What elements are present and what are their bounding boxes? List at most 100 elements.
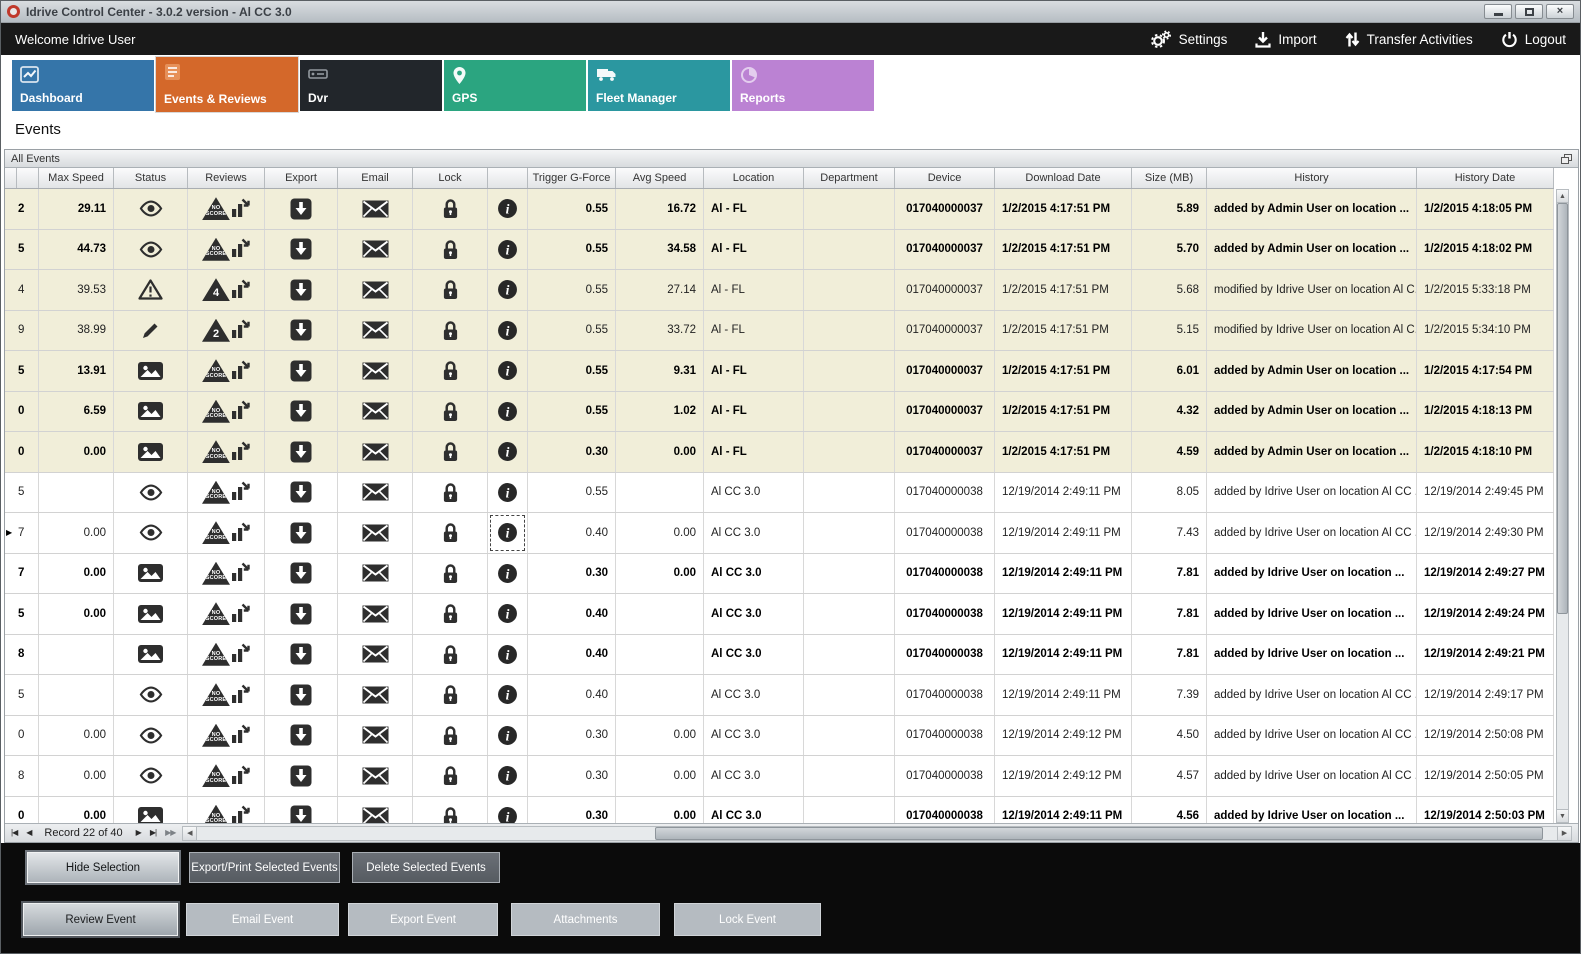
export-button[interactable] bbox=[265, 189, 338, 229]
column-header-history-date[interactable]: History Date bbox=[1417, 168, 1554, 188]
logout-button[interactable]: Logout bbox=[1501, 31, 1566, 48]
column-header-device[interactable]: Device bbox=[895, 168, 995, 188]
status-icon[interactable] bbox=[114, 311, 188, 351]
info-button[interactable]: i bbox=[488, 797, 528, 824]
email-button[interactable] bbox=[338, 675, 413, 715]
export-button[interactable] bbox=[265, 675, 338, 715]
table-row[interactable]: ▶ 5 NOSCORE i 0.40 Al CC 3.0 01704000003… bbox=[5, 675, 1554, 716]
email-event-button[interactable]: Email Event bbox=[186, 903, 339, 936]
info-button[interactable]: i bbox=[488, 270, 528, 310]
close-button[interactable]: × bbox=[1546, 4, 1574, 19]
table-row[interactable]: ▶ 5 0.00 NOSCORE i 0.40 Al CC 3.0 017040… bbox=[5, 594, 1554, 635]
export-button[interactable] bbox=[265, 473, 338, 513]
next-record-button[interactable]: ▶ bbox=[134, 829, 143, 837]
reviews-cell[interactable]: NOSCORE bbox=[188, 189, 265, 229]
lock-button[interactable] bbox=[413, 716, 488, 756]
status-icon[interactable] bbox=[114, 756, 188, 796]
tab-gps[interactable]: GPS bbox=[444, 60, 586, 111]
lock-button[interactable] bbox=[413, 675, 488, 715]
export-button[interactable] bbox=[265, 270, 338, 310]
status-icon[interactable] bbox=[114, 392, 188, 432]
scroll-left-icon[interactable]: ◀ bbox=[183, 827, 197, 840]
reviews-cell[interactable]: NOSCORE bbox=[188, 351, 265, 391]
status-icon[interactable] bbox=[114, 716, 188, 756]
info-button[interactable]: i bbox=[488, 351, 528, 391]
lock-button[interactable] bbox=[413, 189, 488, 229]
export-button[interactable] bbox=[265, 513, 338, 553]
export-button[interactable] bbox=[265, 392, 338, 432]
column-header-email[interactable]: Email bbox=[338, 168, 413, 188]
hide-selection-button[interactable]: Hide Selection bbox=[27, 852, 179, 883]
transfer-activities-button[interactable]: Transfer Activities bbox=[1345, 31, 1473, 48]
reviews-cell[interactable]: NOSCORE bbox=[188, 473, 265, 513]
export-button[interactable] bbox=[265, 554, 338, 594]
export-button[interactable] bbox=[265, 635, 338, 675]
reviews-cell[interactable]: 2 bbox=[188, 311, 265, 351]
tab-dashboard[interactable]: Dashboard bbox=[12, 60, 154, 111]
reviews-cell[interactable]: NOSCORE bbox=[188, 675, 265, 715]
export-button[interactable] bbox=[265, 756, 338, 796]
status-icon[interactable] bbox=[114, 554, 188, 594]
reviews-cell[interactable]: NOSCORE bbox=[188, 513, 265, 553]
table-row[interactable]: ▶ 8 0.00 NOSCORE i 0.30 0.00 Al CC 3.0 0… bbox=[5, 756, 1554, 797]
column-header-location[interactable]: Location bbox=[704, 168, 804, 188]
column-header-size-mb-[interactable]: Size (MB) bbox=[1132, 168, 1207, 188]
table-row[interactable]: ▶ 9 38.99 2 i 0.55 33.72 Al - FL 0170400… bbox=[5, 311, 1554, 352]
lock-button[interactable] bbox=[413, 351, 488, 391]
info-button[interactable]: i bbox=[488, 392, 528, 432]
email-button[interactable] bbox=[338, 230, 413, 270]
settings-button[interactable]: Settings bbox=[1150, 30, 1228, 48]
info-button[interactable]: i bbox=[488, 675, 528, 715]
table-row[interactable]: ▶ 8 NOSCORE i 0.40 Al CC 3.0 01704000003… bbox=[5, 635, 1554, 676]
horizontal-scrollbar[interactable]: ◀ ▶ bbox=[182, 826, 1572, 841]
info-button[interactable]: i bbox=[488, 432, 528, 472]
column-header-download-date[interactable]: Download Date bbox=[995, 168, 1132, 188]
review-event-button[interactable]: Review Event bbox=[23, 903, 178, 936]
lock-button[interactable] bbox=[413, 797, 488, 824]
lock-button[interactable] bbox=[413, 311, 488, 351]
status-icon[interactable] bbox=[114, 270, 188, 310]
lock-button[interactable] bbox=[413, 230, 488, 270]
status-icon[interactable] bbox=[114, 189, 188, 229]
table-row[interactable]: ▶ 7 0.00 NOSCORE i 0.30 0.00 Al CC 3.0 0… bbox=[5, 554, 1554, 595]
export-event-button[interactable]: Export Event bbox=[348, 903, 498, 936]
delete-selected-events-button[interactable]: Delete Selected Events bbox=[352, 852, 500, 883]
info-button[interactable]: i bbox=[488, 716, 528, 756]
table-row[interactable]: ▶ 4 39.53 4 i 0.55 27.14 Al - FL 0170400… bbox=[5, 270, 1554, 311]
info-button[interactable]: i bbox=[488, 311, 528, 351]
column-header-history[interactable]: History bbox=[1207, 168, 1417, 188]
table-row[interactable]: ▶ 7 0.00 NOSCORE i 0.40 0.00 Al CC 3.0 0… bbox=[5, 513, 1554, 554]
panel-restore-icon[interactable] bbox=[1561, 154, 1572, 164]
column-header-max-speed[interactable]: Max Speed bbox=[39, 168, 114, 188]
tab-events-reviews[interactable]: Events & Reviews bbox=[156, 57, 298, 112]
horizontal-scrollbar-thumb[interactable] bbox=[655, 827, 1543, 840]
reviews-cell[interactable]: NOSCORE bbox=[188, 554, 265, 594]
export-button[interactable] bbox=[265, 230, 338, 270]
reviews-cell[interactable]: NOSCORE bbox=[188, 635, 265, 675]
info-button[interactable]: i bbox=[488, 230, 528, 270]
scroll-down-icon[interactable]: ▼ bbox=[1557, 809, 1568, 822]
column-header-department[interactable]: Department bbox=[804, 168, 895, 188]
table-row[interactable]: ▶ 0 0.00 NOSCORE i 0.30 0.00 Al CC 3.0 0… bbox=[5, 716, 1554, 757]
email-button[interactable] bbox=[338, 270, 413, 310]
vertical-scrollbar[interactable]: ▲ ▼ bbox=[1556, 189, 1569, 823]
column-header-status[interactable]: Status bbox=[114, 168, 188, 188]
reviews-cell[interactable]: NOSCORE bbox=[188, 797, 265, 824]
reviews-cell[interactable]: NOSCORE bbox=[188, 432, 265, 472]
info-button[interactable]: i bbox=[488, 473, 528, 513]
lock-button[interactable] bbox=[413, 513, 488, 553]
import-button[interactable]: Import bbox=[1255, 31, 1316, 48]
column-header-reviews[interactable]: Reviews bbox=[188, 168, 265, 188]
table-row[interactable]: ▶ 0 0.00 NOSCORE i 0.30 0.00 Al CC 3.0 0… bbox=[5, 797, 1554, 824]
status-icon[interactable] bbox=[114, 594, 188, 634]
lock-button[interactable] bbox=[413, 473, 488, 513]
status-icon[interactable] bbox=[114, 432, 188, 472]
column-header-avg-speed[interactable]: Avg Speed bbox=[616, 168, 704, 188]
status-icon[interactable] bbox=[114, 675, 188, 715]
reviews-cell[interactable]: NOSCORE bbox=[188, 756, 265, 796]
email-button[interactable] bbox=[338, 635, 413, 675]
info-button[interactable]: i bbox=[488, 756, 528, 796]
scroll-right-icon[interactable]: ▶ bbox=[1557, 827, 1571, 840]
reviews-cell[interactable]: NOSCORE bbox=[188, 230, 265, 270]
table-row[interactable]: ▶ 5 44.73 NOSCORE i 0.55 34.58 Al - FL 0… bbox=[5, 230, 1554, 271]
